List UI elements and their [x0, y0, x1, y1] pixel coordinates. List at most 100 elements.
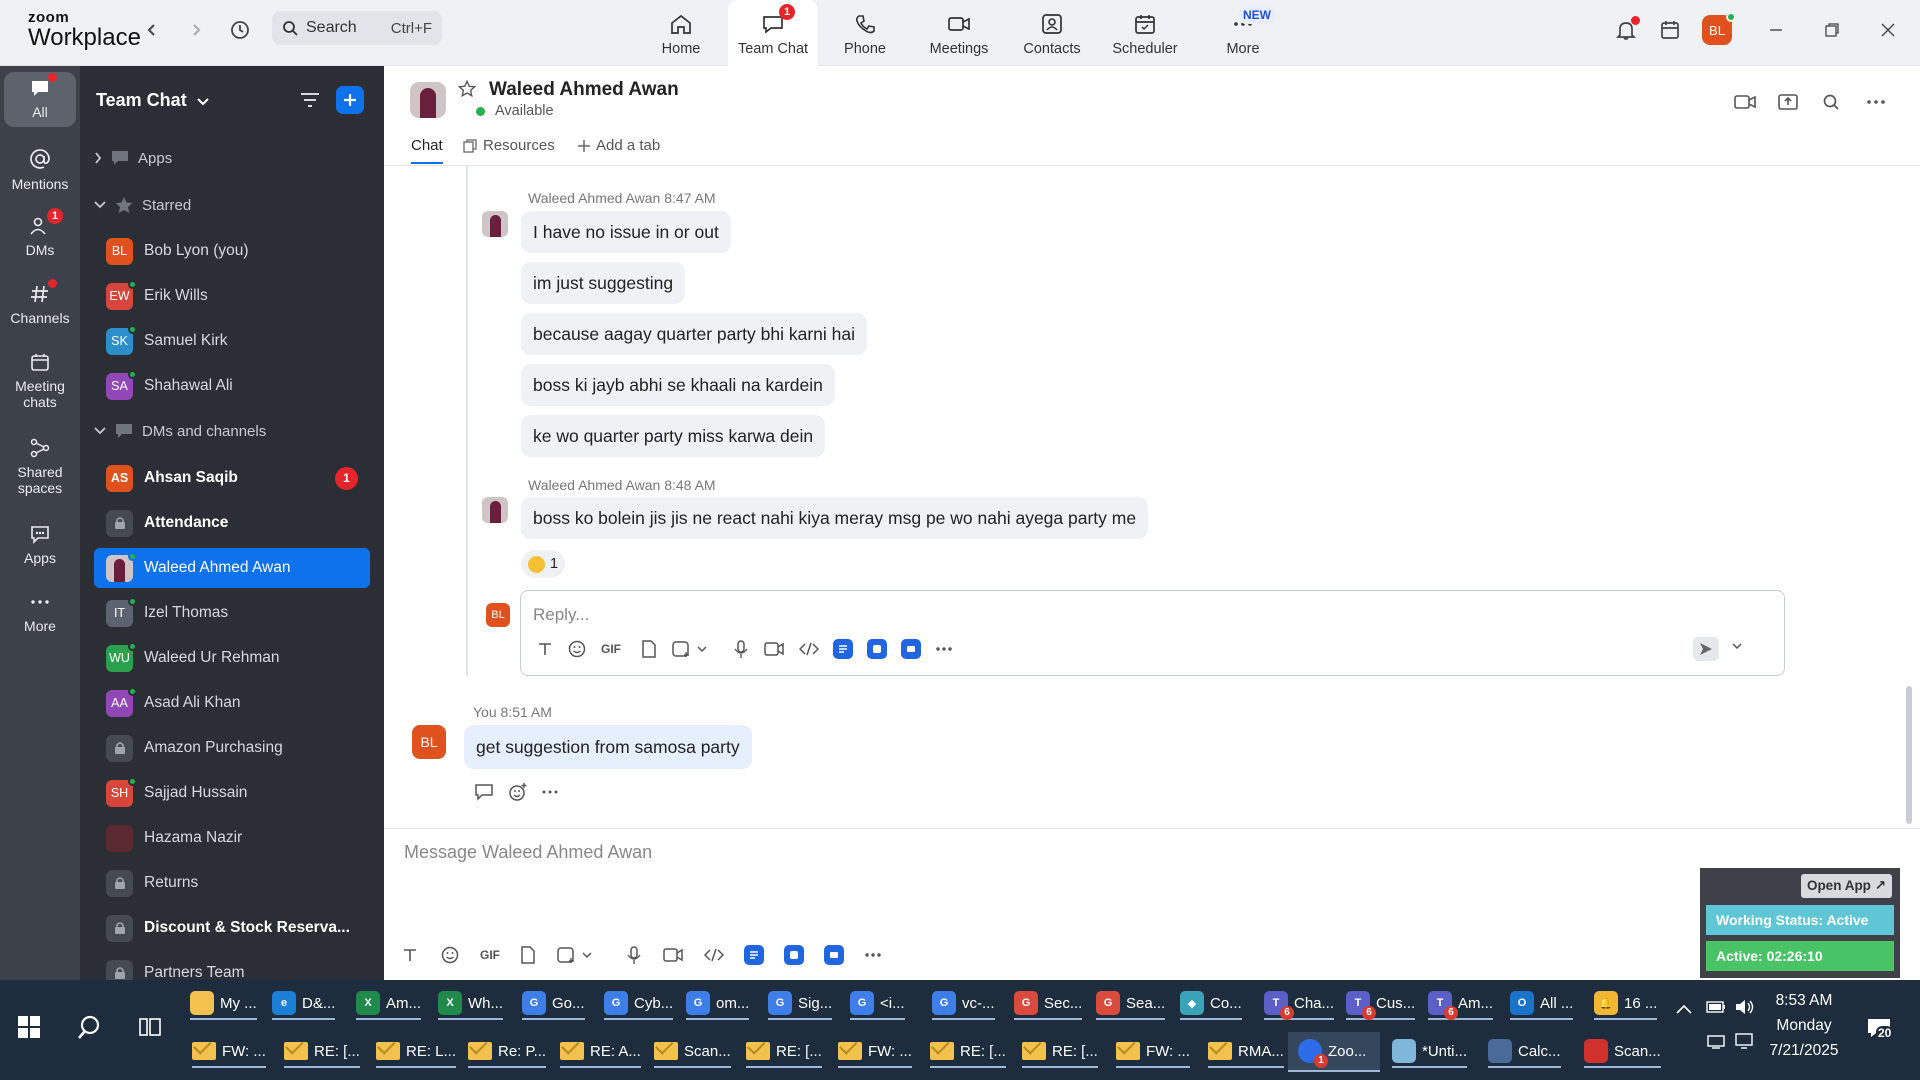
chat-row-discount-stock[interactable]: Discount & Stock Reserva...	[94, 908, 370, 948]
whiteboard-app-icon[interactable]	[784, 945, 804, 965]
section-dms-channels[interactable]: DMs and channels	[94, 422, 266, 440]
sidebar-title[interactable]: Team Chat	[96, 90, 209, 111]
chat-row-ahsan-saqib[interactable]: AS Ahsan Saqib 1	[94, 458, 370, 498]
microphone-icon[interactable]	[626, 945, 642, 965]
open-app-button[interactable]: Open App ↗	[1800, 874, 1892, 898]
calendar-panel-icon[interactable]	[1654, 14, 1686, 46]
tab-team-chat[interactable]: 1 Team Chat	[728, 0, 818, 66]
search-input[interactable]: Search Ctrl+F	[272, 11, 442, 45]
taskbar-app-button[interactable]: T 6 Am...	[1428, 988, 1494, 1020]
reply-input[interactable]: Reply... GIF	[520, 590, 1785, 676]
taskbar-app-button[interactable]: O All ...	[1510, 988, 1574, 1020]
tab-resources[interactable]: Resources	[462, 137, 555, 154]
taskbar-window-button[interactable]: FW: ...	[838, 1036, 912, 1068]
rail-shared-spaces[interactable]: Shared spaces	[4, 438, 76, 496]
history-clock-icon[interactable]	[226, 16, 254, 44]
task-view-icon[interactable]	[138, 1016, 162, 1038]
chat-row-attendance[interactable]: Attendance	[94, 503, 370, 543]
minimize-icon[interactable]	[1760, 14, 1792, 46]
video-message-icon[interactable]	[763, 640, 785, 658]
file-icon[interactable]	[520, 945, 536, 965]
message-bubble[interactable]: ke wo quarter party miss karwa dein	[521, 415, 826, 457]
taskbar-app-button[interactable]: G Sec...	[1014, 988, 1083, 1020]
chevron-down-icon[interactable]	[582, 951, 592, 959]
message-bubble-mine[interactable]: get suggestion from samosa party	[464, 725, 752, 769]
taskbar-window-button[interactable]: RE: [...	[1022, 1036, 1098, 1068]
volume-icon[interactable]	[1734, 998, 1756, 1016]
taskbar-search-icon[interactable]	[76, 1014, 104, 1042]
gif-icon[interactable]: GIF	[480, 948, 500, 962]
taskbar-window-button[interactable]: RE: [...	[284, 1036, 360, 1068]
windows-start-icon[interactable]	[18, 1016, 40, 1038]
text-format-icon[interactable]	[402, 947, 418, 963]
taskbar-app-button[interactable]: G <i...	[850, 988, 905, 1020]
video-message-icon[interactable]	[662, 946, 684, 964]
forward-arrow-icon[interactable]	[182, 16, 210, 44]
filter-icon[interactable]	[296, 86, 324, 114]
taskbar-window-button[interactable]: RMA...	[1208, 1036, 1284, 1068]
working-status[interactable]: Working Status: Active	[1706, 905, 1894, 935]
screenshot-icon[interactable]	[556, 945, 576, 965]
emoji-icon[interactable]	[440, 945, 460, 965]
network-icon[interactable]	[1706, 1034, 1726, 1050]
docs-app-icon[interactable]	[744, 945, 764, 965]
taskbar-app-button[interactable]: e D&...	[272, 988, 336, 1020]
notes-app-icon[interactable]	[824, 945, 844, 965]
file-icon[interactable]	[641, 639, 657, 659]
send-icon[interactable]	[1693, 637, 1719, 661]
section-starred[interactable]: Starred	[94, 196, 191, 214]
notification-center-icon[interactable]: 20	[1866, 1016, 1894, 1040]
chat-row-shahawal-ali[interactable]: SA Shahawal Ali	[94, 366, 370, 406]
more-tools-icon[interactable]	[935, 646, 953, 652]
reaction-chip[interactable]: 1	[521, 550, 566, 578]
taskbar-app-button[interactable]: G Cyb...	[604, 988, 674, 1020]
reply-thread-icon[interactable]	[474, 783, 494, 801]
message-composer[interactable]: Message Waleed Ahmed Awan GIF	[384, 828, 1920, 980]
back-arrow-icon[interactable]	[138, 16, 166, 44]
chat-row-izel-thomas[interactable]: IT Izel Thomas	[94, 593, 370, 633]
chat-row-hazama-nazir[interactable]: Hazama Nazir	[94, 818, 370, 858]
rail-meeting-chats[interactable]: Meeting chats	[4, 352, 76, 410]
taskbar-window-button[interactable]: Re: P...	[468, 1036, 547, 1068]
rail-channels[interactable]: Channels	[4, 279, 76, 326]
chat-row-samuel-kirk[interactable]: SK Samuel Kirk	[94, 321, 370, 361]
chat-row-partners-team[interactable]: Partners Team	[94, 953, 370, 980]
taskbar-app-button[interactable]: G Go...	[522, 988, 585, 1020]
rail-apps[interactable]: Apps	[4, 524, 76, 566]
system-clock[interactable]: 8:53 AM Monday 7/21/2025	[1754, 988, 1854, 1063]
message-bubble[interactable]: boss ki jayb abhi se khaali na kardein	[521, 364, 835, 406]
taskbar-window-button[interactable]: Scan...	[654, 1036, 731, 1068]
taskbar-window-button[interactable]: RE: [...	[746, 1036, 822, 1068]
chat-row-bob-lyon[interactable]: BL Bob Lyon (you)	[94, 231, 370, 271]
taskbar-window-button[interactable]: FW: ...	[1116, 1036, 1190, 1068]
chat-row-waleed-ahmed-awan[interactable]: Waleed Ahmed Awan	[94, 548, 370, 588]
taskbar-app-button[interactable]: My ...	[190, 988, 257, 1020]
rail-dms[interactable]: 1 DMs	[4, 208, 76, 258]
more-options-icon[interactable]	[1862, 88, 1890, 116]
star-icon[interactable]	[458, 80, 476, 98]
message-more-icon[interactable]	[542, 789, 558, 795]
restore-icon[interactable]	[1816, 14, 1848, 46]
gif-icon[interactable]: GIF	[601, 642, 621, 656]
taskbar-window-button[interactable]: Scan...	[1584, 1036, 1661, 1068]
notes-app-icon[interactable]	[901, 639, 921, 659]
chat-row-waleed-ur-rehman[interactable]: WU Waleed Ur Rehman	[94, 638, 370, 678]
add-reaction-icon[interactable]	[508, 782, 528, 802]
message-bubble[interactable]: because aagay quarter party bhi karni ha…	[521, 313, 868, 355]
taskbar-app-button[interactable]: X Wh...	[438, 988, 504, 1020]
taskbar-window-button[interactable]: RE: L...	[376, 1036, 457, 1068]
taskbar-app-button[interactable]: Gom...	[686, 988, 750, 1020]
tray-chevron-up-icon[interactable]	[1676, 1004, 1692, 1014]
chat-row-returns[interactable]: Returns	[94, 863, 370, 903]
notifications-bell-icon[interactable]	[1610, 14, 1642, 46]
contact-avatar[interactable]	[410, 82, 446, 118]
section-apps[interactable]: Apps	[94, 149, 172, 167]
code-icon[interactable]	[799, 641, 819, 657]
microphone-icon[interactable]	[733, 639, 749, 659]
video-call-icon[interactable]	[1731, 88, 1759, 116]
chat-row-sajjad-hussain[interactable]: SH Sajjad Hussain	[94, 773, 370, 813]
battery-icon[interactable]	[1706, 1000, 1726, 1014]
taskbar-window-button[interactable]: FW: ...	[192, 1036, 266, 1068]
search-in-chat-icon[interactable]	[1817, 88, 1845, 116]
screenshot-icon[interactable]	[671, 639, 691, 659]
